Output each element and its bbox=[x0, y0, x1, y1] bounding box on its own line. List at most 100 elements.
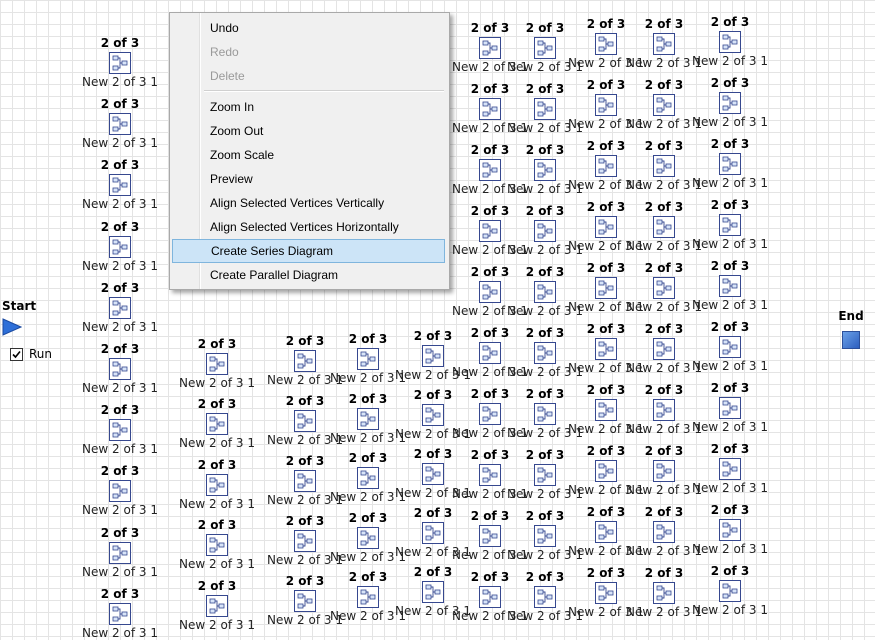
diagram-node[interactable]: 2 of 3 New 2 of 3 1 bbox=[172, 518, 262, 571]
series-diagram-node-icon[interactable] bbox=[422, 522, 444, 544]
series-diagram-node-icon[interactable] bbox=[653, 94, 675, 116]
series-diagram-node-icon[interactable] bbox=[206, 353, 228, 375]
series-diagram-node-icon[interactable] bbox=[534, 403, 556, 425]
series-diagram-node-icon[interactable] bbox=[653, 216, 675, 238]
series-diagram-node-icon[interactable] bbox=[653, 155, 675, 177]
series-diagram-node-icon[interactable] bbox=[719, 580, 741, 602]
diagram-node[interactable]: 2 of 3 New 2 of 3 1 bbox=[685, 15, 775, 68]
series-diagram-node-icon[interactable] bbox=[595, 582, 617, 604]
series-diagram-node-icon[interactable] bbox=[294, 590, 316, 612]
series-diagram-node-icon[interactable] bbox=[422, 404, 444, 426]
diagram-node[interactable]: 2 of 3 New 2 of 3 1 bbox=[75, 97, 165, 150]
series-diagram-node-icon[interactable] bbox=[206, 474, 228, 496]
series-diagram-node-icon[interactable] bbox=[294, 530, 316, 552]
series-diagram-node-icon[interactable] bbox=[294, 350, 316, 372]
series-diagram-node-icon[interactable] bbox=[109, 480, 131, 502]
diagram-node[interactable]: 2 of 3 New 2 of 3 1 bbox=[75, 342, 165, 395]
menu-item-preview[interactable]: Preview bbox=[172, 167, 445, 191]
series-diagram-node-icon[interactable] bbox=[595, 460, 617, 482]
diagram-node[interactable]: 2 of 3 New 2 of 3 1 bbox=[75, 36, 165, 89]
diagram-node[interactable]: 2 of 3 New 2 of 3 1 bbox=[75, 403, 165, 456]
series-diagram-node-icon[interactable] bbox=[109, 542, 131, 564]
start-arrow-icon[interactable] bbox=[2, 318, 22, 336]
menu-item-undo[interactable]: Undo bbox=[172, 16, 445, 40]
series-diagram-node-icon[interactable] bbox=[719, 336, 741, 358]
diagram-node[interactable]: 2 of 3 New 2 of 3 1 bbox=[75, 587, 165, 640]
series-diagram-node-icon[interactable] bbox=[653, 521, 675, 543]
series-diagram-node-icon[interactable] bbox=[595, 94, 617, 116]
diagram-node[interactable]: 2 of 3 New 2 of 3 1 bbox=[75, 526, 165, 579]
series-diagram-node-icon[interactable] bbox=[357, 348, 379, 370]
series-diagram-node-icon[interactable] bbox=[595, 216, 617, 238]
series-diagram-node-icon[interactable] bbox=[534, 220, 556, 242]
series-diagram-node-icon[interactable] bbox=[534, 342, 556, 364]
end-square-icon[interactable] bbox=[842, 331, 860, 349]
diagram-node[interactable]: 2 of 3 New 2 of 3 1 bbox=[685, 137, 775, 190]
series-diagram-node-icon[interactable] bbox=[109, 174, 131, 196]
run-checkbox[interactable] bbox=[10, 347, 23, 361]
menu-item-zoom-scale[interactable]: Zoom Scale bbox=[172, 143, 445, 167]
series-diagram-node-icon[interactable] bbox=[206, 534, 228, 556]
diagram-node[interactable]: 2 of 3 New 2 of 3 1 bbox=[685, 259, 775, 312]
menu-item-create-series-diagram[interactable]: Create Series Diagram bbox=[172, 239, 445, 263]
series-diagram-node-icon[interactable] bbox=[109, 603, 131, 625]
diagram-node[interactable]: 2 of 3 New 2 of 3 1 bbox=[685, 198, 775, 251]
menu-item-zoom-in[interactable]: Zoom In bbox=[172, 95, 445, 119]
diagram-node[interactable]: 2 of 3 New 2 of 3 1 bbox=[685, 320, 775, 373]
series-diagram-node-icon[interactable] bbox=[595, 33, 617, 55]
series-diagram-node-icon[interactable] bbox=[534, 98, 556, 120]
diagram-node[interactable]: 2 of 3 New 2 of 3 1 bbox=[75, 158, 165, 211]
series-diagram-node-icon[interactable] bbox=[653, 582, 675, 604]
series-diagram-node-icon[interactable] bbox=[479, 525, 501, 547]
diagram-node[interactable]: 2 of 3 New 2 of 3 1 bbox=[172, 397, 262, 450]
series-diagram-node-icon[interactable] bbox=[109, 297, 131, 319]
series-diagram-node-icon[interactable] bbox=[653, 460, 675, 482]
series-diagram-node-icon[interactable] bbox=[653, 338, 675, 360]
series-diagram-node-icon[interactable] bbox=[422, 463, 444, 485]
series-diagram-node-icon[interactable] bbox=[719, 214, 741, 236]
menu-item-align-selected-vertices-horizontally[interactable]: Align Selected Vertices Horizontally bbox=[172, 215, 445, 239]
series-diagram-node-icon[interactable] bbox=[653, 277, 675, 299]
series-diagram-node-icon[interactable] bbox=[109, 358, 131, 380]
series-diagram-node-icon[interactable] bbox=[719, 458, 741, 480]
series-diagram-node-icon[interactable] bbox=[719, 92, 741, 114]
start-node[interactable]: Start bbox=[2, 299, 62, 336]
series-diagram-node-icon[interactable] bbox=[595, 277, 617, 299]
series-diagram-node-icon[interactable] bbox=[294, 410, 316, 432]
series-diagram-node-icon[interactable] bbox=[357, 586, 379, 608]
series-diagram-node-icon[interactable] bbox=[422, 345, 444, 367]
series-diagram-node-icon[interactable] bbox=[595, 521, 617, 543]
diagram-node[interactable]: 2 of 3 New 2 of 3 1 bbox=[75, 281, 165, 334]
series-diagram-node-icon[interactable] bbox=[595, 338, 617, 360]
series-diagram-node-icon[interactable] bbox=[357, 527, 379, 549]
series-diagram-node-icon[interactable] bbox=[109, 52, 131, 74]
series-diagram-node-icon[interactable] bbox=[653, 399, 675, 421]
diagram-node[interactable]: 2 of 3 New 2 of 3 1 bbox=[75, 220, 165, 273]
series-diagram-node-icon[interactable] bbox=[109, 113, 131, 135]
series-diagram-node-icon[interactable] bbox=[294, 470, 316, 492]
series-diagram-node-icon[interactable] bbox=[479, 342, 501, 364]
series-diagram-node-icon[interactable] bbox=[422, 581, 444, 603]
series-diagram-node-icon[interactable] bbox=[479, 403, 501, 425]
series-diagram-node-icon[interactable] bbox=[109, 419, 131, 441]
series-diagram-node-icon[interactable] bbox=[595, 155, 617, 177]
series-diagram-node-icon[interactable] bbox=[479, 159, 501, 181]
series-diagram-node-icon[interactable] bbox=[109, 236, 131, 258]
series-diagram-node-icon[interactable] bbox=[719, 519, 741, 541]
series-diagram-node-icon[interactable] bbox=[719, 275, 741, 297]
series-diagram-node-icon[interactable] bbox=[479, 281, 501, 303]
diagram-node[interactable]: 2 of 3 New 2 of 3 1 bbox=[172, 458, 262, 511]
series-diagram-node-icon[interactable] bbox=[534, 464, 556, 486]
diagram-node[interactable]: 2 of 3 New 2 of 3 1 bbox=[685, 381, 775, 434]
series-diagram-node-icon[interactable] bbox=[206, 595, 228, 617]
series-diagram-node-icon[interactable] bbox=[719, 397, 741, 419]
series-diagram-node-icon[interactable] bbox=[479, 220, 501, 242]
series-diagram-node-icon[interactable] bbox=[206, 413, 228, 435]
series-diagram-node-icon[interactable] bbox=[479, 586, 501, 608]
series-diagram-node-icon[interactable] bbox=[719, 153, 741, 175]
menu-item-align-selected-vertices-vertically[interactable]: Align Selected Vertices Vertically bbox=[172, 191, 445, 215]
series-diagram-node-icon[interactable] bbox=[357, 467, 379, 489]
end-node[interactable]: End bbox=[831, 309, 871, 349]
series-diagram-node-icon[interactable] bbox=[534, 281, 556, 303]
series-diagram-node-icon[interactable] bbox=[479, 37, 501, 59]
